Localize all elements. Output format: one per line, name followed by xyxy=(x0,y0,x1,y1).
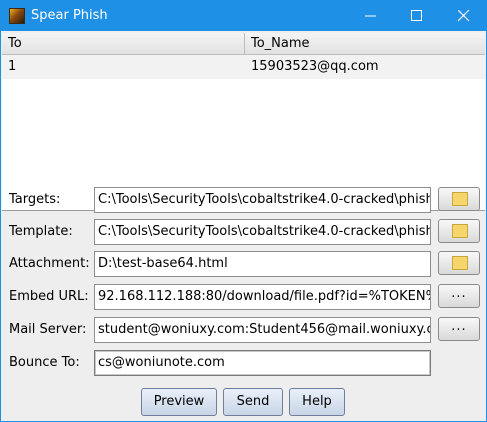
mail-server-label: Mail Server: xyxy=(9,322,87,337)
help-button[interactable]: Help xyxy=(289,388,345,416)
minimize-icon xyxy=(365,15,376,17)
template-field[interactable]: C:\Tools\SecurityTools\cobaltstrike4.0-c… xyxy=(94,219,431,245)
targets-browse-button[interactable] xyxy=(438,187,480,211)
bounce-to-label: Bounce To: xyxy=(9,355,80,370)
bounce-to-field[interactable]: cs@woniunote.com xyxy=(94,350,431,376)
column-header-to[interactable]: To xyxy=(2,33,245,54)
embed-url-row: Embed URL: 92.168.112.188:80/download/fi… xyxy=(1,284,487,312)
attachment-field[interactable]: D:\test-base64.html xyxy=(94,251,431,277)
close-icon xyxy=(458,10,470,22)
folder-icon xyxy=(452,224,468,238)
attachment-label: Attachment: xyxy=(9,256,90,271)
folder-icon xyxy=(452,192,468,206)
column-header-to-name[interactable]: To_Name xyxy=(245,33,485,54)
title-bar: Spear Phish xyxy=(0,0,487,31)
mail-server-options-button[interactable]: ... xyxy=(438,317,480,341)
window-title: Spear Phish xyxy=(31,8,108,23)
bounce-to-row: Bounce To: cs@woniunote.com xyxy=(1,350,487,378)
table-row[interactable]: 1 15903523@qq.com xyxy=(2,55,485,79)
maximize-icon xyxy=(411,10,422,21)
embed-url-field[interactable]: 92.168.112.188:80/download/file.pdf?id=%… xyxy=(94,284,431,310)
cell-to: 1 xyxy=(8,59,17,74)
send-button[interactable]: Send xyxy=(223,388,283,416)
mail-server-row: Mail Server: student@woniuxy.com:Student… xyxy=(1,317,487,345)
targets-table[interactable]: To To_Name 1 15903523@qq.com xyxy=(2,33,485,211)
mail-server-field[interactable]: student@woniuxy.com:Student456@mail.woni… xyxy=(94,317,431,343)
preview-button[interactable]: Preview xyxy=(141,388,217,416)
folder-icon xyxy=(452,256,468,270)
embed-url-label: Embed URL: xyxy=(9,289,89,304)
attachment-browse-button[interactable] xyxy=(438,251,480,275)
targets-field[interactable]: C:\Tools\SecurityTools\cobaltstrike4.0-c… xyxy=(94,187,431,213)
table-header: To To_Name xyxy=(2,33,485,55)
template-row: Template: C:\Tools\SecurityTools\cobalts… xyxy=(1,219,487,247)
embed-url-options-button[interactable]: ... xyxy=(438,284,480,308)
minimize-button[interactable] xyxy=(348,0,394,31)
close-button[interactable] xyxy=(441,0,487,31)
template-label: Template: xyxy=(9,224,73,239)
dialog-content: To To_Name 1 15903523@qq.com Targets: C:… xyxy=(0,31,487,422)
maximize-button[interactable] xyxy=(394,0,440,31)
app-icon xyxy=(9,8,25,24)
targets-row: Targets: C:\Tools\SecurityTools\cobaltst… xyxy=(1,187,487,215)
attachment-row: Attachment: D:\test-base64.html xyxy=(1,251,487,279)
targets-label: Targets: xyxy=(9,192,61,207)
cell-to-name: 15903523@qq.com xyxy=(251,59,379,74)
template-browse-button[interactable] xyxy=(438,219,480,243)
